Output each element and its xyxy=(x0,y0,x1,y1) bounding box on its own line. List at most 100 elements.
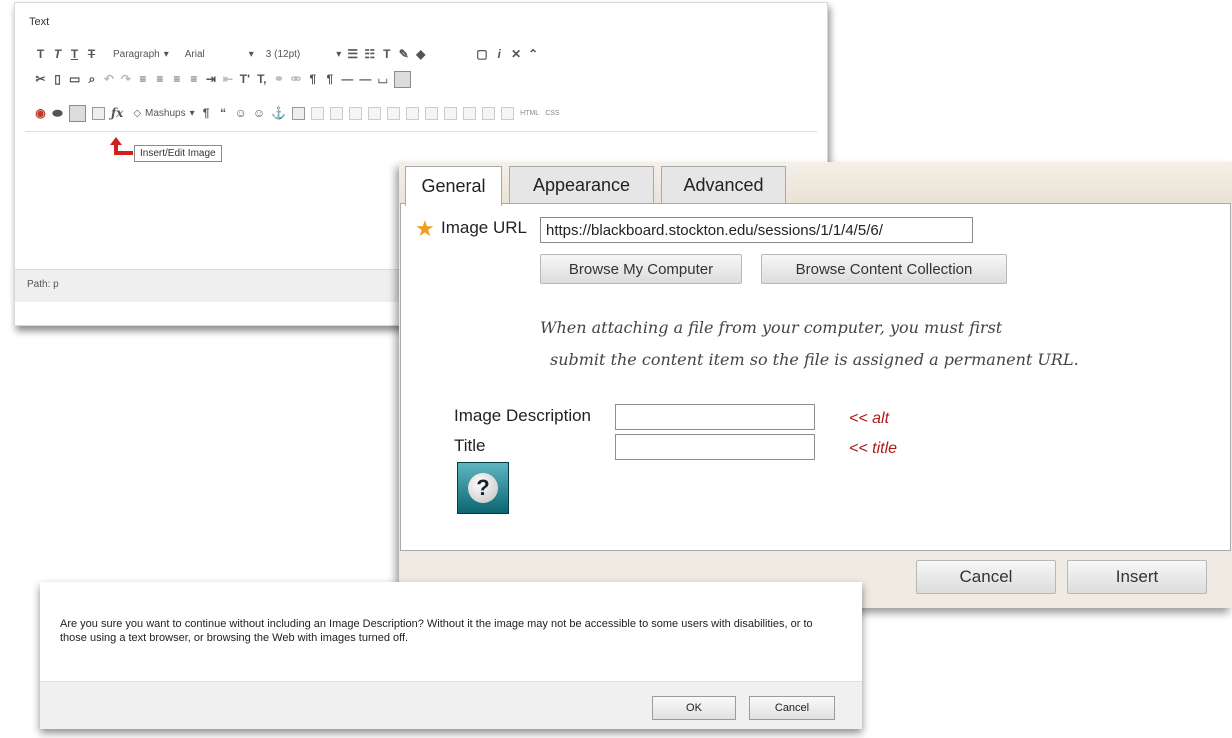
paste-icon[interactable]: ▭ xyxy=(69,72,80,86)
strikethrough-icon[interactable]: T xyxy=(86,47,97,61)
row-props-icon[interactable] xyxy=(330,106,344,120)
spellcheck-icon[interactable]: ▢ xyxy=(476,47,487,61)
confirm-message: Are you sure you want to continue withou… xyxy=(60,618,813,644)
chevron-down-icon: ▾ xyxy=(189,107,195,119)
image-description-field[interactable] xyxy=(615,404,815,430)
undo-icon[interactable]: ↶ xyxy=(103,72,114,86)
horizontal-rule-icon[interactable]: — xyxy=(341,72,353,86)
attach-note-line-2: submit the content item so the file is a… xyxy=(550,350,1079,369)
mashups-dropdown[interactable]: ◇ Mashups ▾ xyxy=(133,108,194,119)
spellcheck-toggle-icon[interactable] xyxy=(394,70,412,88)
formula-icon[interactable]: ƒx xyxy=(111,106,123,120)
font-dropdown-value: Arial xyxy=(184,48,205,60)
link-icon[interactable]: ⚭ xyxy=(273,72,284,86)
insert-image-tooltip: Insert/Edit Image xyxy=(134,145,222,162)
highlight-icon[interactable]: ✎ xyxy=(398,47,409,61)
title-hint: << title xyxy=(849,440,898,457)
insert-image-icon[interactable] xyxy=(69,104,86,122)
pointer-arrow-icon xyxy=(110,137,133,155)
unlink-icon[interactable]: ⚮ xyxy=(290,72,301,86)
bullet-list-icon[interactable]: ☰ xyxy=(347,47,358,61)
subscript-icon[interactable]: T, xyxy=(256,72,267,86)
find-icon[interactable]: ⌕ xyxy=(86,72,97,87)
image-url-input[interactable] xyxy=(540,217,973,243)
chevron-down-icon: ▾ xyxy=(336,48,342,60)
table-icon[interactable] xyxy=(292,106,306,120)
merge-cells-icon[interactable] xyxy=(501,106,515,120)
help-button[interactable]: ? xyxy=(457,462,509,514)
delete-row-icon[interactable] xyxy=(406,106,420,120)
align-right-icon[interactable]: ≡ xyxy=(171,72,182,86)
image-description-label: Image Description xyxy=(454,406,592,425)
collapse-icon[interactable]: ⌃ xyxy=(528,47,539,61)
toolbar-row-3: ◉ ⬬ ƒx ◇ Mashups ▾ ¶ “ ☺ ☺ ⚓ HTML CSS xyxy=(35,102,560,124)
rtl-icon[interactable]: ¶ xyxy=(324,72,335,86)
insert-row-before-icon[interactable] xyxy=(368,106,382,120)
help-icon: ? xyxy=(468,473,498,503)
underline-icon[interactable]: T xyxy=(69,47,80,61)
editor-label: Text xyxy=(29,16,50,28)
attach-icon[interactable]: ⬬ xyxy=(52,106,63,121)
confirm-cancel-button[interactable]: Cancel xyxy=(749,696,835,720)
image-url-label: Image URL xyxy=(441,218,527,237)
quote-icon[interactable]: “ xyxy=(218,106,229,120)
tab-appearance[interactable]: Appearance xyxy=(509,166,654,204)
cancel-button[interactable]: Cancel xyxy=(916,560,1056,594)
mashups-dropdown-value: Mashups xyxy=(145,107,186,119)
title-label: Title xyxy=(454,436,486,455)
css-button[interactable]: CSS xyxy=(545,110,559,117)
nonbreaking-space-icon[interactable]: ⌴ xyxy=(377,72,388,87)
title-field[interactable] xyxy=(615,434,815,460)
record-icon[interactable]: ◉ xyxy=(35,106,46,120)
split-cells-icon[interactable] xyxy=(482,106,496,120)
path-label: Path: p xyxy=(27,279,59,290)
font-dropdown[interactable]: Arial ▾ xyxy=(185,49,254,60)
media-icon[interactable] xyxy=(92,106,105,120)
cell-props-icon[interactable] xyxy=(349,106,363,120)
confirm-button-bar: OK Cancel xyxy=(40,681,862,729)
smiley-icon[interactable]: ☺ xyxy=(253,106,265,120)
insert-row-after-icon[interactable] xyxy=(387,106,401,120)
align-left-icon[interactable]: ≡ xyxy=(137,72,148,86)
ok-button[interactable]: OK xyxy=(652,696,736,720)
emoticon-icon[interactable]: ☺ xyxy=(235,106,247,120)
paragraph-icon[interactable]: ¶ xyxy=(201,106,212,120)
indent-icon[interactable]: ⇥ xyxy=(205,72,216,86)
numbered-list-icon[interactable]: ☷ xyxy=(364,47,375,61)
align-center-icon[interactable]: ≡ xyxy=(154,72,165,86)
outdent-icon[interactable]: ⇤ xyxy=(222,72,233,86)
browse-content-collection-button[interactable]: Browse Content Collection xyxy=(761,254,1007,284)
italic-icon[interactable]: T xyxy=(52,47,63,61)
tab-general[interactable]: General xyxy=(405,166,502,206)
ltr-icon[interactable]: ¶ xyxy=(307,72,318,86)
fullscreen-icon[interactable]: ✕ xyxy=(511,47,522,61)
insert-col-before-icon[interactable] xyxy=(425,106,439,120)
align-justify-icon[interactable]: ≡ xyxy=(188,72,199,86)
cut-icon[interactable]: ✂ xyxy=(35,72,46,86)
eraser-icon[interactable]: ◆ xyxy=(415,47,426,61)
info-icon[interactable]: i xyxy=(494,47,505,61)
required-star-icon: ★ xyxy=(415,216,435,241)
html-source-button[interactable]: HTML xyxy=(520,110,539,117)
text-color-icon[interactable]: T xyxy=(381,47,392,61)
tab-advanced[interactable]: Advanced xyxy=(661,166,786,204)
line-icon[interactable]: — xyxy=(359,72,371,86)
confirm-dialog: Are you sure you want to continue withou… xyxy=(40,582,862,729)
table-props-icon[interactable] xyxy=(311,106,325,120)
attach-note-line-1: When attaching a file from your computer… xyxy=(540,318,1003,337)
browse-my-computer-button[interactable]: Browse My Computer xyxy=(540,254,742,284)
toolbar-row-2: ✂ ▯ ▭ ⌕ ↶ ↷ ≡ ≡ ≡ ≡ ⇥ ⇤ T' T, ⚭ ⚮ ¶ ¶ — … xyxy=(35,68,412,90)
general-panel: ★ Image URL Browse My Computer Browse Co… xyxy=(400,203,1231,551)
delete-col-icon[interactable] xyxy=(463,106,477,120)
format-dropdown[interactable]: Paragraph ▾ xyxy=(113,49,169,60)
bold-icon[interactable]: T xyxy=(35,47,46,61)
insert-button[interactable]: Insert xyxy=(1067,560,1207,594)
anchor-icon[interactable]: ⚓ xyxy=(271,106,286,120)
redo-icon[interactable]: ↷ xyxy=(120,72,131,86)
format-dropdown-value: Paragraph xyxy=(113,48,160,60)
size-dropdown[interactable]: 3 (12pt) ▾ xyxy=(266,49,342,60)
insert-col-after-icon[interactable] xyxy=(444,106,458,120)
size-dropdown-value: 3 (12pt) xyxy=(265,48,301,60)
superscript-icon[interactable]: T' xyxy=(239,72,250,86)
copy-icon[interactable]: ▯ xyxy=(52,72,63,86)
